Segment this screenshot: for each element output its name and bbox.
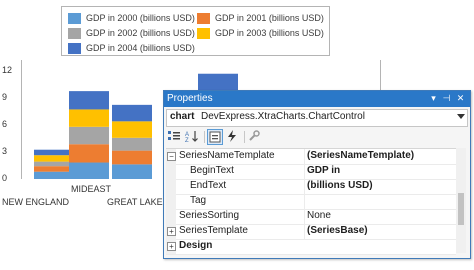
toolbar-separator <box>204 131 205 143</box>
legend-swatch <box>197 27 210 39</box>
legend-item-2004: GDP in 2004 (billions USD) <box>68 41 195 55</box>
legend-label: GDP in 2002 (billions USD) <box>86 28 195 38</box>
property-row[interactable]: + Design <box>166 239 456 255</box>
scrollbar-thumb[interactable] <box>458 193 464 225</box>
property-grid[interactable]: − SeriesNameTemplate (SeriesNameTemplate) B… <box>166 148 456 255</box>
lightning-icon <box>228 130 236 142</box>
bar-segment <box>34 149 74 156</box>
x-label-mideast: MIDEAST <box>71 184 112 194</box>
property-name: SeriesSorting <box>179 210 240 221</box>
column-separator <box>304 224 305 239</box>
legend-item-2002: GDP in 2002 (billions USD) <box>68 26 195 40</box>
legend-label: GDP in 2003 (billions USD) <box>215 28 324 38</box>
bar-segment <box>34 161 74 167</box>
row-gutter <box>166 209 176 224</box>
property-value[interactable]: (SeriesNameTemplate) <box>307 150 414 161</box>
legend-label: GDP in 2000 (billions USD) <box>86 13 195 23</box>
bar-segment <box>34 155 74 162</box>
row-gutter <box>166 179 176 194</box>
expand-icon[interactable]: + <box>167 227 176 236</box>
row-gutter <box>166 164 176 179</box>
bar-segment <box>112 164 152 179</box>
property-row[interactable]: − SeriesNameTemplate (SeriesNameTemplate) <box>166 149 456 165</box>
bar-segment <box>69 109 109 127</box>
chart-legend: GDP in 2000 (billions USD) GDP in 2001 (… <box>61 6 330 56</box>
property-name: SeriesTemplate <box>179 225 248 236</box>
property-value[interactable]: (billions USD) <box>307 180 373 191</box>
alphabetical-button[interactable]: AZ <box>185 129 201 145</box>
properties-title: Properties <box>167 93 213 104</box>
property-row[interactable]: SeriesSorting None <box>166 209 456 225</box>
wrench-icon <box>249 130 260 141</box>
wrench-button[interactable] <box>247 129 263 145</box>
properties-toolbar: AZ <box>166 128 466 146</box>
legend-item-2001: GDP in 2001 (billions USD) <box>197 11 324 25</box>
y-tick-label: 12 <box>2 65 13 75</box>
legend-swatch <box>197 12 210 24</box>
categorized-icon <box>168 131 180 140</box>
bar-segment <box>69 162 109 179</box>
y-tick-label: 3 <box>2 146 8 156</box>
bar-segment <box>112 121 152 138</box>
property-value[interactable]: GDP in <box>307 165 340 176</box>
property-pages-icon <box>209 131 221 143</box>
bar-segment <box>69 91 109 110</box>
expand-icon[interactable]: + <box>167 242 176 251</box>
bar-segment <box>69 144 109 163</box>
chevron-down-icon[interactable] <box>457 114 465 119</box>
bar-segment <box>112 150 152 165</box>
property-name: BeginText <box>190 165 234 176</box>
legend-item-2003: GDP in 2003 (billions USD) <box>197 26 324 40</box>
y-tick-label: 6 <box>2 119 8 129</box>
property-row[interactable]: BeginText GDP in <box>166 164 456 180</box>
bar-segment <box>112 137 152 151</box>
categorized-button[interactable] <box>167 129 183 145</box>
property-value[interactable]: (SeriesBase) <box>307 225 368 236</box>
pin-icon[interactable]: ⊣ <box>441 93 452 104</box>
column-separator <box>304 209 305 224</box>
column-separator <box>304 149 305 164</box>
legend-swatch <box>68 27 81 39</box>
object-selector[interactable]: chart DevExpress.XtraCharts.ChartControl <box>166 109 468 127</box>
column-separator <box>304 164 305 179</box>
y-tick-label: 0 <box>2 173 8 183</box>
object-name: chart <box>170 111 195 122</box>
legend-label: GDP in 2004 (billions USD) <box>86 43 195 53</box>
bar-segment <box>34 171 74 179</box>
bar-segment <box>34 166 74 172</box>
property-name: EndText <box>190 180 227 191</box>
properties-titlebar[interactable]: Properties ▾ ⊣ ✕ <box>164 91 470 107</box>
property-name: Design <box>179 240 213 251</box>
row-gutter <box>166 194 176 209</box>
events-button[interactable] <box>225 129 241 145</box>
properties-window[interactable]: Properties ▾ ⊣ ✕ chart DevExpress.XtraCh… <box>163 90 471 259</box>
close-icon[interactable]: ✕ <box>455 93 466 104</box>
column-separator <box>304 179 305 194</box>
property-name: SeriesNameTemplate <box>179 150 275 161</box>
x-label-new-england: NEW ENGLAND <box>2 197 70 207</box>
sort-alphabetical-icon: AZ <box>185 131 198 144</box>
window-position-icon[interactable]: ▾ <box>428 93 439 104</box>
properties-button[interactable] <box>207 129 223 145</box>
legend-swatch <box>68 12 81 24</box>
property-grid-scrollbar[interactable] <box>456 148 466 253</box>
property-row[interactable]: + SeriesTemplate (SeriesBase) <box>166 224 456 240</box>
legend-swatch <box>68 42 81 54</box>
bar-segment <box>112 104 152 122</box>
x-label-great-lakes: GREAT LAKES <box>107 197 169 207</box>
collapse-icon[interactable]: − <box>167 152 176 161</box>
property-row[interactable]: Tag <box>166 194 456 210</box>
legend-item-2000: GDP in 2000 (billions USD) <box>68 11 195 25</box>
svg-text:Z: Z <box>185 138 189 143</box>
column-separator <box>304 194 305 209</box>
property-row[interactable]: EndText (billions USD) <box>166 179 456 195</box>
property-value[interactable]: None <box>307 210 331 221</box>
bar-segment <box>69 126 109 145</box>
property-name: Tag <box>190 195 207 206</box>
y-tick-label: 9 <box>2 92 8 102</box>
legend-label: GDP in 2001 (billions USD) <box>215 13 324 23</box>
toolbar-separator <box>244 131 245 143</box>
object-type: DevExpress.XtraCharts.ChartControl <box>201 111 365 122</box>
